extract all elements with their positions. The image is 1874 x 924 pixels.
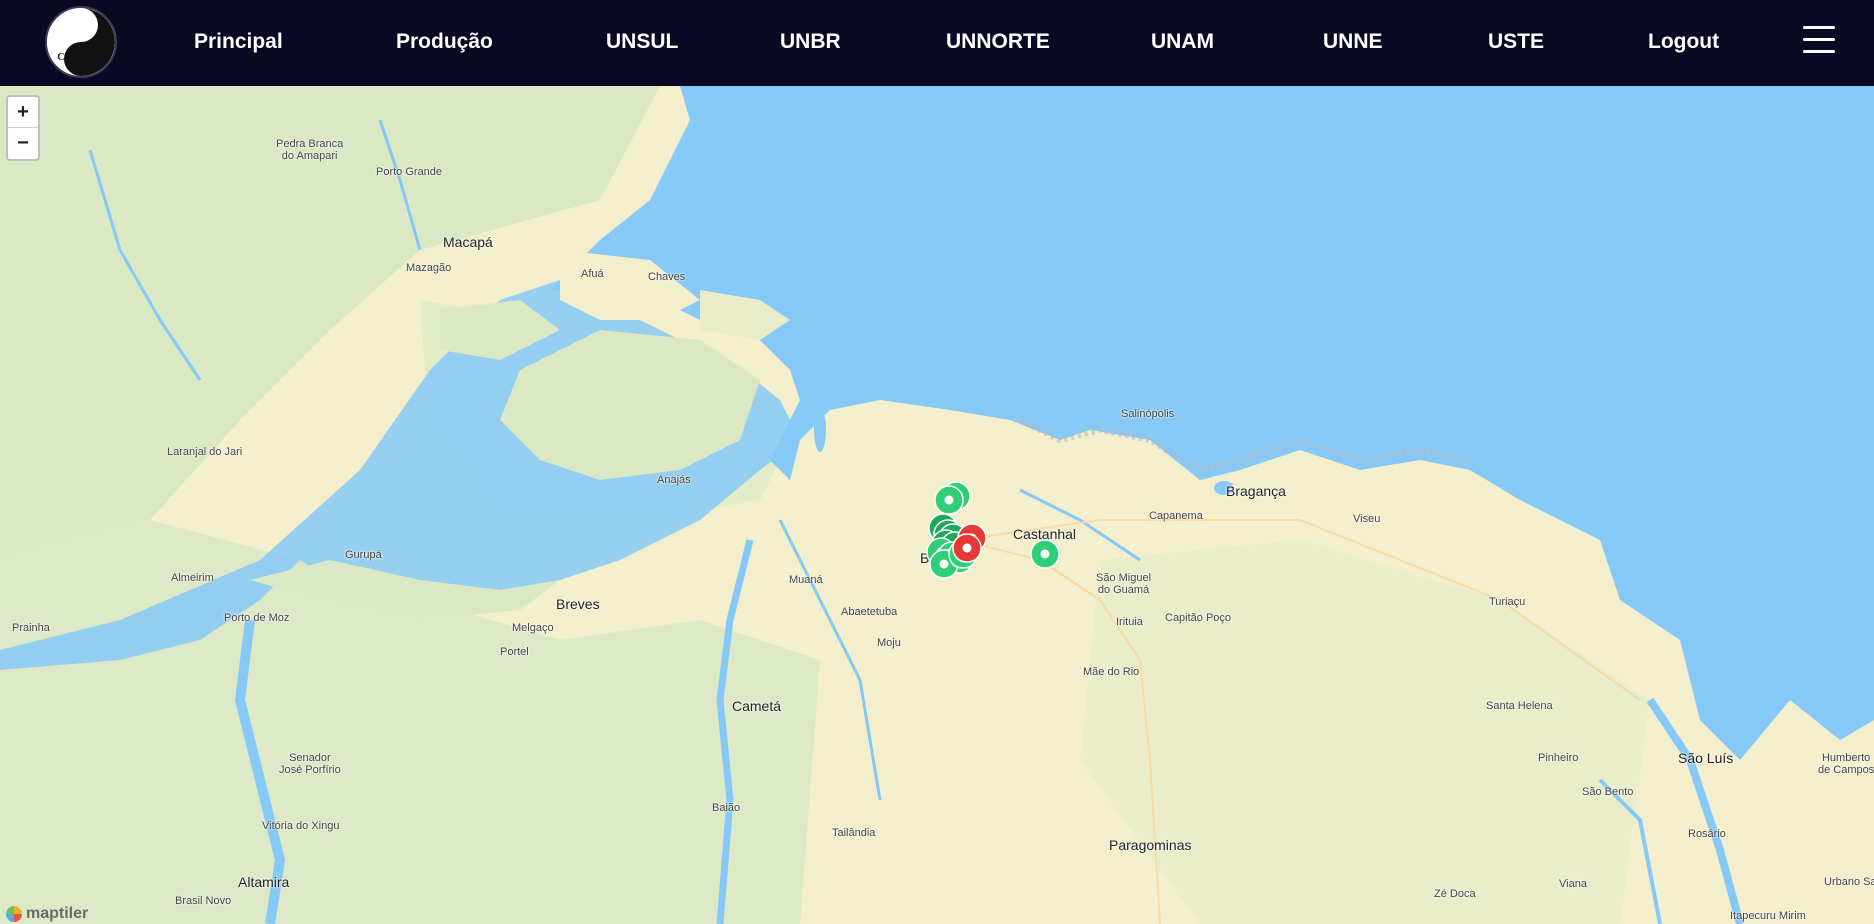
place-laranjal-do-jari: Laranjal do Jari — [167, 446, 243, 458]
place-moju: Moju — [877, 637, 901, 649]
nav-unnorte[interactable]: UNNORTE — [946, 27, 1050, 57]
place-anajas: Anajás — [657, 474, 691, 486]
place-braganca: Bragança — [1226, 483, 1286, 499]
place-ze-doca: Zé Doca — [1434, 888, 1476, 900]
map-basemap — [0, 86, 1874, 924]
place-melgaco: Melgaço — [512, 622, 554, 634]
place-portel: Portel — [500, 646, 529, 658]
logo-text: COSANPA — [57, 52, 105, 63]
place-viana: Viana — [1559, 878, 1587, 890]
maptiler-logo-icon — [6, 906, 22, 922]
place-irituia: Irituia — [1116, 616, 1143, 628]
place-viseu: Viseu — [1353, 513, 1381, 525]
place-pedra-branca: Pedra Branca do Amapari — [276, 138, 344, 162]
nav-producao[interactable]: Produção — [396, 27, 493, 57]
zoom-control: + − — [6, 95, 40, 161]
place-sao-luis: São Luís — [1678, 750, 1734, 766]
nav-principal[interactable]: Principal — [194, 27, 283, 57]
place-humberto-de-campos: Humberto de Campos — [1818, 752, 1874, 776]
place-capanema: Capanema — [1149, 510, 1203, 522]
place-macapa: Macapá — [443, 234, 493, 250]
place-brasil-novo: Brasil Novo — [175, 895, 232, 907]
place-chaves: Chaves — [648, 271, 686, 283]
place-abaetetuba: Abaetetuba — [841, 606, 898, 618]
place-porto-de-moz: Porto de Moz — [224, 612, 290, 624]
place-baiao: Baião — [712, 802, 741, 814]
place-mazagao: Mazagão — [406, 262, 452, 274]
place-castanhal: Castanhal — [1013, 526, 1077, 542]
top-navbar: COSANPA Principal Produção UNSUL UNBR UN… — [0, 0, 1874, 86]
place-breves: Breves — [556, 596, 600, 612]
nav-unam[interactable]: UNAM — [1151, 27, 1214, 57]
map-canvas[interactable]: Pedra Branca do Amapari Porto Grande Maca… — [0, 86, 1874, 924]
place-sao-bento: São Bento — [1582, 786, 1634, 798]
hamburger-menu-icon[interactable] — [1803, 26, 1835, 54]
zoom-out-button[interactable]: − — [8, 127, 38, 158]
place-almeirim: Almeirim — [171, 572, 214, 584]
place-santa-helena: Santa Helena — [1486, 700, 1553, 712]
place-capitao-poco: Capitão Poço — [1165, 612, 1232, 624]
place-porto-grande: Porto Grande — [376, 166, 443, 178]
nav-unne[interactable]: UNNE — [1323, 27, 1383, 57]
place-pinheiro: Pinheiro — [1538, 752, 1579, 764]
place-itapecuru-mirim: Itapecuru Mirim — [1730, 910, 1806, 922]
nav-unbr[interactable]: UNBR — [780, 27, 841, 57]
place-paragominas: Paragominas — [1109, 837, 1192, 853]
yin-yang-icon — [47, 8, 115, 76]
nav-unsul[interactable]: UNSUL — [606, 27, 678, 57]
place-salinopolis: Salinópolis — [1121, 408, 1175, 420]
place-vitoria-do-xingu: Vitória do Xingu — [262, 820, 340, 832]
place-rosario: Rosário — [1688, 828, 1726, 840]
place-turiacu: Turiaçu — [1489, 596, 1526, 608]
place-afua: Afuá — [581, 268, 604, 280]
place-tailandia: Tailândia — [832, 827, 876, 839]
maptiler-attribution[interactable]: maptiler — [6, 904, 88, 924]
place-urbano-santos: Urbano Santos — [1824, 876, 1874, 888]
place-prainha: Prainha — [12, 622, 50, 634]
place-cameta: Cametá — [732, 698, 782, 714]
place-mae-do-rio: Mãe do Rio — [1083, 666, 1140, 678]
place-gurupa: Gurupá — [345, 549, 382, 561]
place-senador-jose-porfirio: Senador José Porfírio — [279, 752, 341, 776]
place-sao-miguel-do-guama: São Miguel do Guamá — [1096, 572, 1152, 596]
place-altamira: Altamira — [238, 874, 290, 890]
nav-uste[interactable]: USTE — [1488, 27, 1544, 57]
zoom-in-button[interactable]: + — [8, 97, 38, 127]
place-belem: B — [920, 550, 930, 566]
place-muana: Muaná — [789, 574, 823, 586]
cosanpa-logo[interactable]: COSANPA — [45, 6, 117, 78]
nav-logout[interactable]: Logout — [1648, 27, 1719, 57]
attribution-text: maptiler — [26, 905, 89, 922]
